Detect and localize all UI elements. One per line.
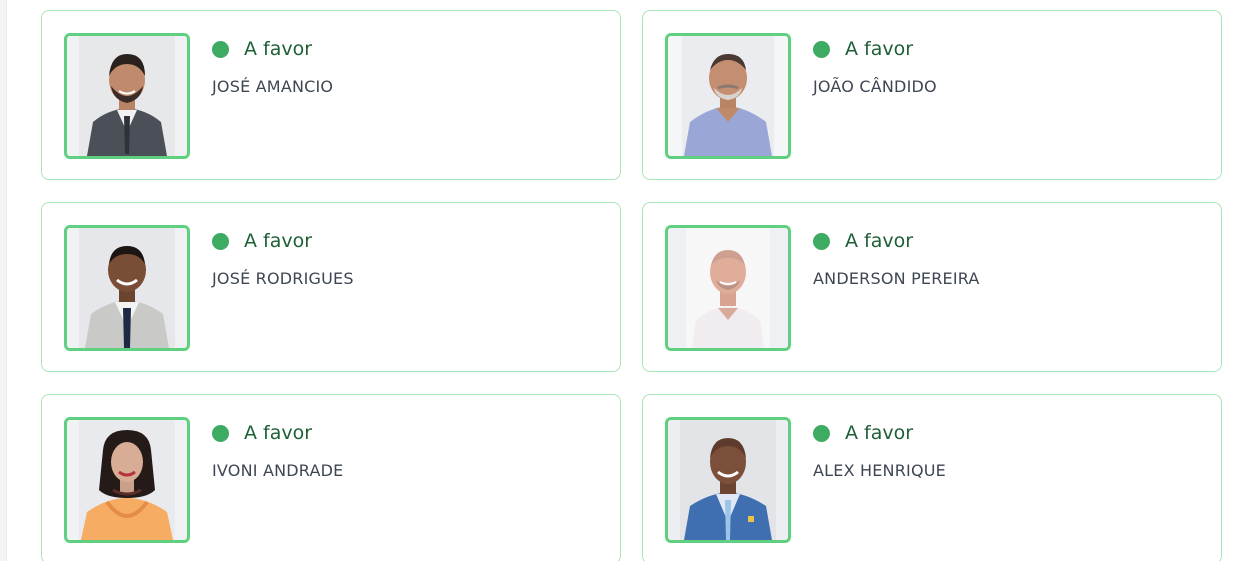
vote-status: A favor	[212, 230, 312, 252]
councillor-photo	[665, 225, 791, 351]
green-dot-icon	[212, 40, 229, 58]
vote-label: A favor	[244, 230, 313, 252]
councillor-photo	[64, 225, 190, 351]
councillor-vote-grid: A favor JOSÉ AMANCIO A favor JOÃO CÂNDID…	[41, 10, 1222, 561]
councillor-name: JOÃO CÂNDIDO	[813, 77, 937, 96]
vote-status: A favor	[813, 422, 913, 444]
councillor-photo	[665, 417, 791, 543]
portrait-woman-icon	[67, 420, 187, 540]
councillor-card[interactable]: A favor JOSÉ AMANCIO	[41, 10, 621, 180]
portrait-man-suit-tie-icon	[67, 228, 187, 348]
vote-label: A favor	[845, 422, 914, 444]
green-dot-icon	[813, 40, 830, 58]
vote-status: A favor	[813, 38, 913, 60]
vote-label: A favor	[845, 38, 914, 60]
left-rail	[0, 0, 7, 561]
vote-label: A favor	[244, 38, 313, 60]
councillor-card[interactable]: A favor JOÃO CÂNDIDO	[642, 10, 1222, 180]
green-dot-icon	[813, 232, 830, 250]
councillor-card[interactable]: A favor IVONI ANDRADE	[41, 394, 621, 561]
councillor-card[interactable]: A favor ALEX HENRIQUE	[642, 394, 1222, 561]
vote-results-page: A favor JOSÉ AMANCIO A favor JOÃO CÂNDID…	[0, 0, 1249, 561]
portrait-man-suit-icon	[67, 36, 187, 156]
councillor-photo	[64, 33, 190, 159]
councillor-photo	[64, 417, 190, 543]
councillor-name: ANDERSON PEREIRA	[813, 269, 980, 288]
green-dot-icon	[212, 232, 229, 250]
councillor-name: IVONI ANDRADE	[212, 461, 344, 480]
green-dot-icon	[813, 424, 830, 442]
councillor-name: JOSÉ RODRIGUES	[212, 269, 354, 288]
vote-status: A favor	[212, 38, 312, 60]
vote-status: A favor	[212, 422, 312, 444]
green-dot-icon	[212, 424, 229, 442]
councillor-name: JOSÉ AMANCIO	[212, 77, 334, 96]
councillor-photo	[665, 33, 791, 159]
portrait-man-white-shirt-icon	[668, 228, 788, 348]
councillor-name: ALEX HENRIQUE	[813, 461, 946, 480]
portrait-man-shirt-icon	[668, 36, 788, 156]
councillor-card[interactable]: A favor JOSÉ RODRIGUES	[41, 202, 621, 372]
vote-label: A favor	[244, 422, 313, 444]
councillor-card[interactable]: A favor ANDERSON PEREIRA	[642, 202, 1222, 372]
portrait-man-blue-suit-icon	[668, 420, 788, 540]
vote-status: A favor	[813, 230, 913, 252]
vote-label: A favor	[845, 230, 914, 252]
